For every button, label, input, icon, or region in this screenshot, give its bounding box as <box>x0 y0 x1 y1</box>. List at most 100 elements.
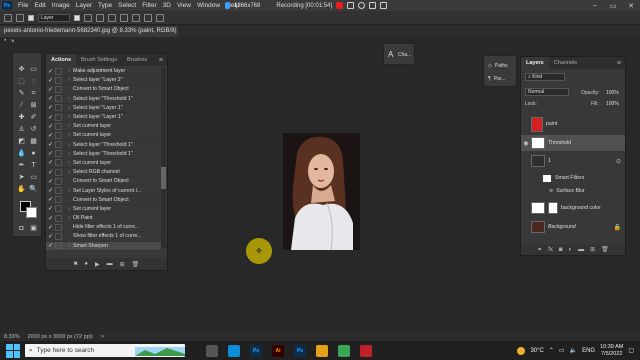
check-icon[interactable]: ✓ <box>46 123 55 130</box>
layer-row-threshold[interactable]: ◉ Threshold <box>521 135 625 151</box>
expand-arrow-icon[interactable]: › <box>65 68 73 74</box>
expand-arrow-icon[interactable]: › <box>65 142 73 148</box>
check-icon[interactable]: ✓ <box>46 224 55 231</box>
brush-tool-icon[interactable]: ✐ <box>29 114 38 122</box>
dialog-toggle-box[interactable] <box>55 104 62 112</box>
eyedropper-tool-icon[interactable]: ⁄ <box>17 102 26 110</box>
eraser-tool-icon[interactable]: ◩ <box>17 138 26 146</box>
folder-icon[interactable]: ▬ <box>578 247 584 253</box>
status-arrow-icon[interactable]: > <box>101 334 104 340</box>
expand-arrow-icon[interactable]: › <box>65 123 73 129</box>
move-tool-icon[interactable] <box>16 13 24 22</box>
fill-input[interactable]: 100% <box>606 101 619 107</box>
show-transform-checkbox[interactable] <box>74 14 80 21</box>
action-item[interactable]: ✓ › Set Layer Styles of current l... <box>46 186 161 196</box>
quick-select-tool-icon[interactable]: ✎ <box>17 90 26 98</box>
dialog-toggle-box[interactable] <box>55 131 62 139</box>
menu-image[interactable]: Image <box>49 2 73 9</box>
language-indicator[interactable]: ENG <box>582 348 595 354</box>
action-item[interactable]: ✓ Convert to Smart Object <box>46 85 161 95</box>
opacity-input[interactable]: 100% <box>606 90 619 96</box>
dialog-toggle-box[interactable] <box>55 232 62 240</box>
camera-icon[interactable] <box>358 2 366 9</box>
dialog-toggle-box[interactable] <box>55 177 62 185</box>
menu-3d[interactable]: 3D <box>160 2 174 9</box>
windows-start-icon[interactable] <box>6 343 20 358</box>
expand-arrow-icon[interactable]: › <box>65 132 73 138</box>
dialog-toggle-box[interactable] <box>55 141 62 149</box>
tab-layers[interactable]: Layers <box>521 57 549 69</box>
document-canvas-image[interactable] <box>283 133 360 250</box>
dialog-toggle-box[interactable] <box>55 205 62 213</box>
actions-scroll-thumb[interactable] <box>161 167 166 189</box>
fx-icon[interactable]: fx <box>548 247 553 253</box>
paths-button[interactable]: ◇ Paths <box>488 63 508 69</box>
expand-arrow-icon[interactable]: › <box>65 77 73 83</box>
dodge-tool-icon[interactable]: ● <box>29 150 38 158</box>
path-select-tool-icon[interactable]: ➤ <box>17 174 26 182</box>
screen-mode-icon[interactable]: ▣ <box>29 225 38 233</box>
check-icon[interactable]: ✓ <box>46 86 55 93</box>
align-left-icon[interactable] <box>84 13 92 22</box>
action-item[interactable]: ✓ › Oil Paint <box>46 214 161 224</box>
expand-arrow-icon[interactable]: › <box>65 169 73 175</box>
menu-edit[interactable]: Edit <box>31 2 48 9</box>
dialog-toggle-box[interactable] <box>55 67 62 75</box>
healing-tool-icon[interactable]: ✚ <box>17 114 26 122</box>
tray-chevron-icon[interactable]: ⌃ <box>549 347 554 354</box>
minimize-icon[interactable]: – <box>586 2 604 9</box>
action-item[interactable]: ✓ Convert to Smart Object <box>46 177 161 187</box>
taskbar-app-photoshop-icon[interactable]: Ps <box>250 344 262 357</box>
eye-icon[interactable]: ◉ <box>521 140 531 147</box>
expand-arrow-icon[interactable]: › <box>65 96 73 102</box>
character-panel-collapsed[interactable]: A Cha... <box>383 43 415 65</box>
actions-scrollbar[interactable] <box>161 68 166 248</box>
layer-row-paint[interactable]: paint <box>521 115 625 133</box>
stamp-tool-icon[interactable]: ♙ <box>17 126 26 134</box>
action-item[interactable]: ✓ › Set current layer <box>46 122 161 132</box>
hand-tool-icon[interactable]: ✋ <box>17 186 26 194</box>
action-item[interactable]: ✓ › Set current layer <box>46 205 161 214</box>
microphone-icon[interactable] <box>225 2 230 9</box>
type-tool-icon[interactable]: T <box>29 162 38 170</box>
action-item[interactable]: ✓ › Smart Sharpen <box>46 241 161 251</box>
blend-mode-dropdown[interactable]: Normal <box>525 88 569 96</box>
dialog-toggle-box[interactable] <box>55 242 62 250</box>
adjustment-icon[interactable]: ◐ <box>569 247 573 253</box>
action-item[interactable]: ✓ › Make adjustment layer <box>46 67 161 77</box>
expand-arrow-icon[interactable]: › <box>65 105 73 111</box>
expand-arrow-icon[interactable]: › <box>65 243 73 249</box>
align-middle-icon[interactable] <box>132 13 140 22</box>
maximize-icon[interactable]: ▭ <box>604 2 622 10</box>
frame-tool-icon[interactable]: ⊠ <box>29 102 38 110</box>
check-icon[interactable]: ✓ <box>46 242 55 249</box>
move-tool-icon[interactable]: ✥ <box>17 66 26 74</box>
dialog-toggle-box[interactable] <box>55 168 62 176</box>
notifications-icon[interactable]: ▢ <box>628 347 634 354</box>
pen-tool-icon[interactable]: ✒ <box>17 162 26 170</box>
action-item[interactable]: ✓ Hide filter effects 1 of curre... <box>46 223 161 233</box>
dialog-toggle-box[interactable] <box>55 113 62 121</box>
check-icon[interactable]: ✓ <box>46 196 55 203</box>
check-icon[interactable]: ✓ <box>46 169 55 176</box>
kind-filter-dropdown[interactable]: ⌕ Kind <box>525 73 565 81</box>
home-icon[interactable] <box>4 13 12 22</box>
mask-icon[interactable]: ◙ <box>559 247 563 253</box>
menu-window[interactable]: Window <box>194 2 223 9</box>
dialog-toggle-box[interactable] <box>55 187 62 195</box>
history-brush-icon[interactable]: ↺ <box>29 126 38 134</box>
action-item[interactable]: ✓ › Set current layer <box>46 159 161 169</box>
folder-icon[interactable]: ▬ <box>107 261 113 267</box>
action-item[interactable]: ✓ › Set current layer <box>46 131 161 141</box>
record-icon[interactable]: ● <box>84 261 88 267</box>
document-tab[interactable]: pexels-antonio-friedemann-5682340.jpg @ … <box>0 26 178 45</box>
action-item[interactable]: ✓ Show filter effects 1 of curre... <box>46 232 161 242</box>
volume-icon[interactable]: 🔈 <box>570 347 577 354</box>
expand-arrow-icon[interactable]: › <box>65 114 73 120</box>
new-layer-icon[interactable]: ⊞ <box>590 246 595 253</box>
dialog-toggle-box[interactable] <box>55 214 62 222</box>
taskbar-app-record-icon[interactable] <box>360 344 372 357</box>
taskbar-app-chrome-icon[interactable] <box>338 344 350 357</box>
artboard-tool-icon[interactable]: ▭ <box>29 66 38 74</box>
check-icon[interactable]: ✓ <box>46 233 55 240</box>
